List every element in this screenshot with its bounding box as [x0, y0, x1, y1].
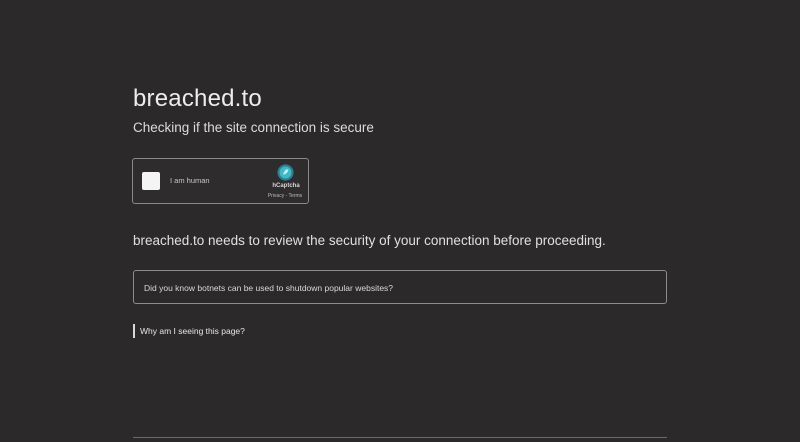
- captcha-checkbox[interactable]: [142, 172, 160, 190]
- captcha-brand: hCaptcha: [272, 183, 300, 189]
- page-subtitle: Checking if the site connection is secur…: [133, 120, 374, 135]
- captcha-privacy-terms-links[interactable]: Privacy - Terms: [263, 193, 307, 199]
- why-seeing-page-link[interactable]: Why am I seeing this page?: [133, 324, 245, 338]
- hcaptcha-logo-icon: [277, 164, 294, 181]
- page-title: breached.to: [133, 85, 262, 112]
- challenge-page: breached.to Checking if the site connect…: [0, 0, 800, 442]
- footer-divider: [133, 437, 667, 438]
- tip-text: Did you know botnets can be used to shut…: [144, 283, 394, 293]
- captcha-label: I am human: [170, 176, 210, 185]
- tip-box: Did you know botnets can be used to shut…: [133, 270, 667, 304]
- captcha-widget[interactable]: I am human hCaptcha Privacy - Terms: [132, 158, 309, 204]
- security-review-message: breached.to needs to review the security…: [133, 233, 606, 248]
